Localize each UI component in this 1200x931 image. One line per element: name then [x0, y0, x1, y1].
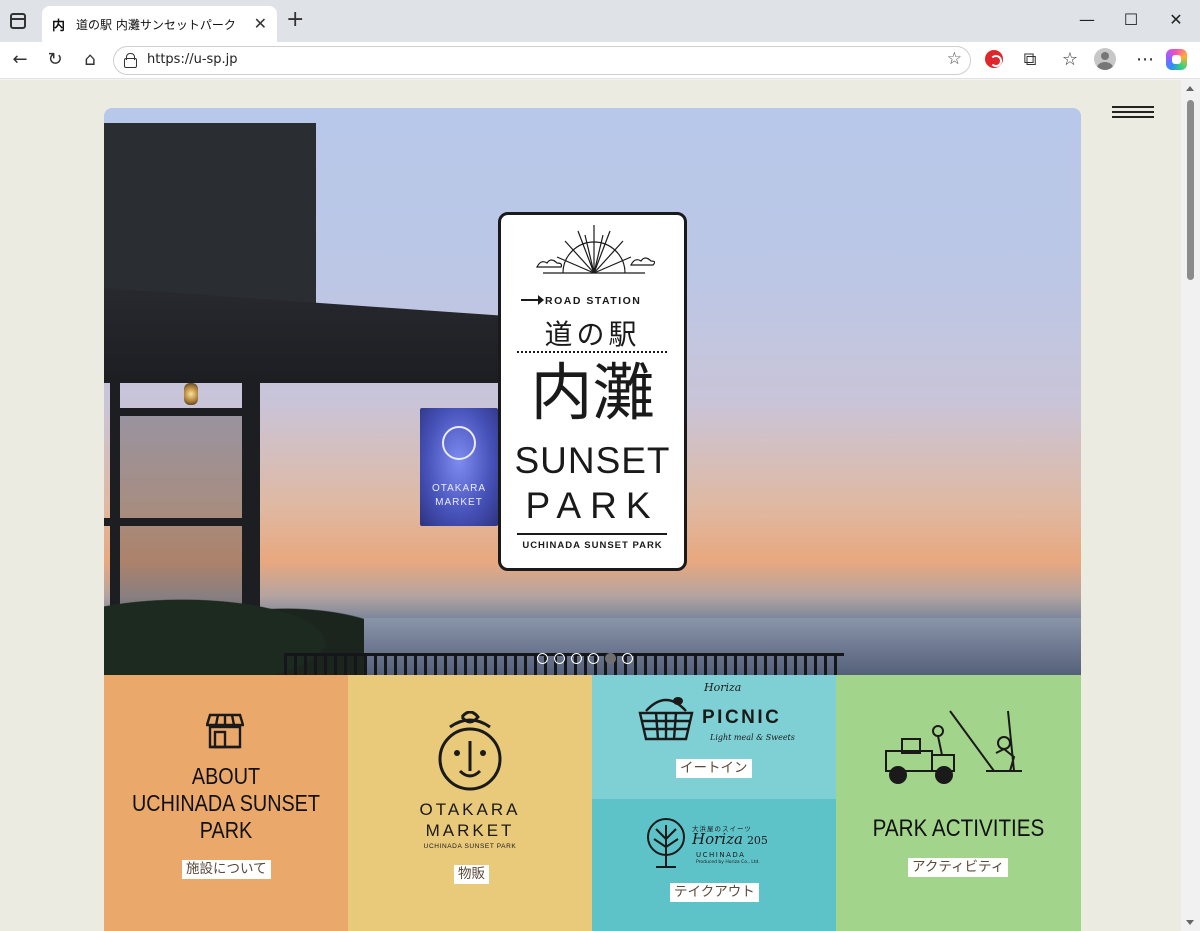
- about-title-line3: PARK: [199, 817, 253, 843]
- url-text[interactable]: https://u-sp.jp: [147, 52, 238, 67]
- lamp-photo: [184, 383, 198, 405]
- site-favicon-icon: 内: [52, 19, 66, 34]
- takeout-tag: テイクアウト: [670, 883, 759, 902]
- activities-tag: アクティビティ: [908, 858, 1009, 877]
- tile-horiza-takeout[interactable]: 大浜屋のスイーツ Horiza 205 UCHINADA Produced by …: [592, 799, 836, 931]
- sign-text: OTAKARA MARKET: [431, 483, 487, 508]
- maximize-icon[interactable]: ☐: [1108, 8, 1154, 32]
- road-station-text: ROAD STATION: [545, 295, 642, 307]
- takeout-city: UCHINADA: [696, 851, 746, 859]
- building-roof: [104, 288, 514, 383]
- tile-horiza-picnic[interactable]: Horiza PICNIC Light meal & Sweets イートイン: [592, 675, 836, 799]
- market-name-line2: MARKET: [425, 821, 515, 840]
- scroll-up-icon[interactable]: [1186, 86, 1194, 91]
- picnic-subtitle: Light meal & Sweets: [710, 733, 795, 742]
- slider-dot[interactable]: [537, 653, 548, 664]
- shop-icon: [206, 713, 244, 749]
- tile-about[interactable]: ABOUT UCHINADA SUNSET PARK 施設について: [104, 675, 348, 931]
- scroll-down-icon[interactable]: [1186, 920, 1194, 925]
- takeout-brand-name: Horiza: [692, 830, 743, 848]
- tree-icon: [647, 818, 685, 868]
- market-tag: 物販: [454, 865, 489, 884]
- browser-toolbar: ← ↻ ⌂ https://u-sp.jp ☆ ⧉ ☆ ⋯: [0, 42, 1200, 79]
- building-wall: [104, 123, 316, 303]
- page-scrollbar[interactable]: [1181, 80, 1200, 931]
- extensions-icon[interactable]: ⧉: [1016, 48, 1044, 72]
- favorites-icon[interactable]: ☆: [1056, 48, 1084, 72]
- tab-title: 道の駅 内灘サンセットパーク: [76, 18, 236, 32]
- new-tab-icon[interactable]: +: [286, 8, 304, 32]
- activities-title: PARK ACTIVITIES: [872, 815, 1045, 842]
- reload-icon[interactable]: ↻: [41, 48, 69, 72]
- picnic-basket-icon: [638, 697, 694, 741]
- window-close-icon[interactable]: ✕: [1153, 8, 1199, 32]
- tile-otakara-market[interactable]: OTAKARA MARKET UCHINADA SUNSET PARK 物販: [348, 675, 592, 931]
- logo-subtitle: UCHINADA SUNSET PARK: [522, 540, 663, 551]
- about-tag: 施設について: [182, 860, 271, 879]
- slider-dot[interactable]: [554, 653, 565, 664]
- lock-icon[interactable]: [124, 53, 137, 68]
- picnic-word: PICNIC: [702, 707, 782, 728]
- slider-dot[interactable]: [571, 653, 582, 664]
- hero-slider: OTAKARA MARKET ROAD STATION 道の駅 内灘 SUNSE…: [104, 108, 1081, 675]
- slider-dot[interactable]: [622, 653, 633, 664]
- slider-dot[interactable]: [588, 653, 599, 664]
- right-arrow-icon: [521, 295, 544, 306]
- browser-tab[interactable]: 内 道の駅 内灘サンセットパーク ✕: [42, 6, 277, 42]
- road-station-label: ROAD STATION: [521, 295, 671, 307]
- copilot-icon[interactable]: [1166, 49, 1187, 70]
- picnic-tag: イートイン: [676, 759, 752, 778]
- uchinada-kanji-label: 内灘: [530, 356, 655, 429]
- minimize-icon[interactable]: —: [1064, 8, 1110, 32]
- market-name-line1: OTAKARA: [419, 800, 521, 819]
- tab-actions-icon[interactable]: [10, 13, 26, 29]
- takeout-brand-number: 205: [746, 834, 768, 847]
- favorite-star-icon[interactable]: ☆: [947, 49, 962, 69]
- slider-dot[interactable]: [605, 653, 616, 664]
- scrollbar-thumb[interactable]: [1187, 100, 1194, 280]
- tab-close-icon[interactable]: ✕: [254, 14, 267, 33]
- page-viewport: OTAKARA MARKET ROAD STATION 道の駅 内灘 SUNSE…: [0, 80, 1181, 931]
- hanging-sign: OTAKARA MARKET: [420, 408, 498, 526]
- logo-divider: [517, 533, 667, 535]
- michi-no-eki-label: 道の駅: [544, 318, 641, 351]
- market-subtitle: UCHINADA SUNSET PARK: [423, 843, 517, 850]
- sign-face-icon: [442, 426, 476, 460]
- profile-avatar[interactable]: [1094, 48, 1116, 70]
- park-label: PARK: [525, 485, 660, 526]
- tile-park-activities[interactable]: PARK ACTIVITIES アクティビティ: [836, 675, 1081, 931]
- sunset-label: SUNSET: [514, 440, 671, 481]
- hamburger-menu-icon[interactable]: [1112, 106, 1154, 120]
- otakara-face-icon: [438, 711, 502, 791]
- picnic-brand: Horiza: [704, 681, 742, 694]
- security-extension-icon[interactable]: [985, 50, 1003, 68]
- about-title-line2: UCHINADA SUNSET: [132, 790, 320, 816]
- site-logo: ROAD STATION 道の駅 内灘 SUNSET PARK UCHINADA…: [498, 212, 687, 571]
- slider-pagination: [537, 649, 639, 664]
- building-beam: [104, 518, 254, 526]
- home-icon[interactable]: ⌂: [76, 48, 104, 72]
- more-menu-icon[interactable]: ⋯: [1131, 48, 1159, 72]
- browser-tab-bar: 内 道の駅 内灘サンセットパーク ✕ + — ☐ ✕: [0, 0, 1200, 42]
- about-title-line1: ABOUT: [191, 763, 261, 789]
- takeout-brand: Horiza 205: [692, 830, 768, 848]
- activities-illustration-icon: [885, 710, 1022, 784]
- address-bar[interactable]: https://u-sp.jp ☆: [113, 46, 971, 75]
- about-title: ABOUT UCHINADA SUNSET PARK: [121, 763, 331, 844]
- market-name: OTAKARA MARKET: [348, 799, 592, 841]
- sunburst-icon: [536, 225, 655, 274]
- takeout-note: Produced by Horiza Co., Ltd.: [696, 860, 760, 865]
- back-arrow-icon[interactable]: ←: [6, 48, 34, 72]
